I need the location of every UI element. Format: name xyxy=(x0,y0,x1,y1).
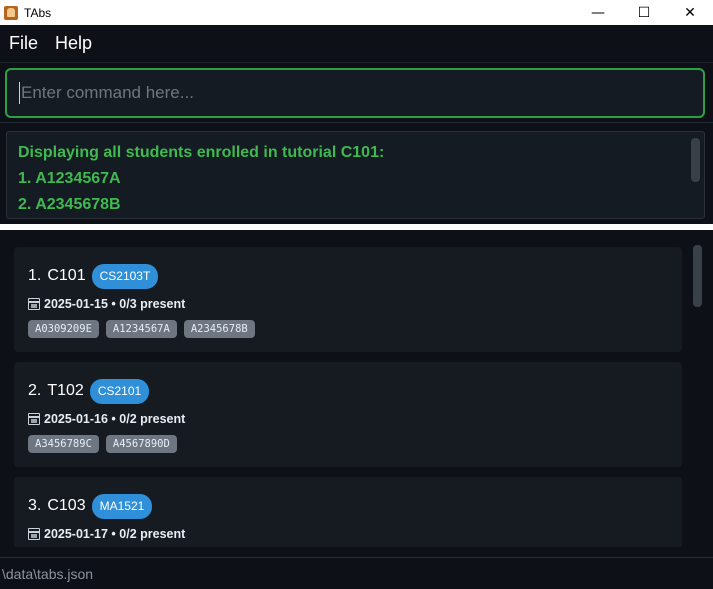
tutorial-index: 2. xyxy=(28,382,42,399)
status-bar: \data\tabs.json xyxy=(0,557,713,589)
student-tag: A0309209E xyxy=(28,320,99,338)
tutorial-index: 3. xyxy=(28,497,42,514)
result-display: Displaying all students enrolled in tuto… xyxy=(6,131,705,219)
title-bar: TAbs — ☐ ✕ xyxy=(0,0,713,25)
tutorial-code: C103 xyxy=(47,497,86,514)
attendance-count: 0/2 present xyxy=(119,412,186,426)
menu-help[interactable]: Help xyxy=(55,33,92,54)
attendance-count: 0/3 present xyxy=(119,297,186,311)
app-icon xyxy=(4,5,18,20)
list-scrollbar[interactable] xyxy=(693,245,702,307)
attendance-count: 0/2 present xyxy=(119,527,186,541)
menu-bar: File Help xyxy=(0,25,713,63)
minimize-icon[interactable]: — xyxy=(575,0,621,25)
calendar-icon xyxy=(28,298,40,310)
tutorial-card[interactable]: 1. C101 CS2103T 2025-01-15 • 0/3 present… xyxy=(14,247,682,352)
menu-file[interactable]: File xyxy=(9,33,38,54)
student-tag: A4567890D xyxy=(105,435,177,453)
command-input[interactable] xyxy=(21,83,661,103)
command-box[interactable] xyxy=(5,68,705,118)
tutorial-date: 2025-01-15 xyxy=(44,297,108,311)
calendar-icon xyxy=(28,413,40,425)
window-controls: — ☐ ✕ xyxy=(575,0,713,25)
result-line: Displaying all students enrolled in tuto… xyxy=(18,144,385,161)
module-badge: MA1521 xyxy=(91,493,153,519)
result-scrollbar[interactable] xyxy=(691,138,700,182)
maximize-icon[interactable]: ☐ xyxy=(621,0,667,25)
window-title: TAbs xyxy=(24,5,52,20)
tutorial-card[interactable]: 3. C103 MA1521 2025-01-17 • 0/2 present xyxy=(14,477,682,547)
text-caret xyxy=(19,82,20,104)
tutorial-date: 2025-01-16 xyxy=(44,412,108,426)
student-tag: A3456789C xyxy=(28,435,99,453)
command-area xyxy=(0,63,713,123)
close-icon[interactable]: ✕ xyxy=(667,0,713,25)
student-tag: A1234567A xyxy=(105,320,177,338)
module-badge: CS2101 xyxy=(89,378,150,404)
tutorial-card[interactable]: 2. T102 CS2101 2025-01-16 • 0/2 present … xyxy=(14,362,682,467)
tutorial-date: 2025-01-17 xyxy=(44,527,108,541)
result-line: 1. A1234567A xyxy=(18,170,121,187)
data-file-path: \data\tabs.json xyxy=(2,565,94,582)
tutorial-code: C101 xyxy=(47,267,86,284)
result-line: 2. A2345678B xyxy=(18,196,121,213)
calendar-icon xyxy=(28,528,40,540)
student-tag: A2345678B xyxy=(183,320,255,338)
module-badge: CS2103T xyxy=(91,263,159,289)
tutorial-list: 1. C101 CS2103T 2025-01-15 • 0/3 present… xyxy=(0,230,713,547)
tutorial-index: 1. xyxy=(28,267,42,284)
tutorial-code: T102 xyxy=(47,382,84,399)
